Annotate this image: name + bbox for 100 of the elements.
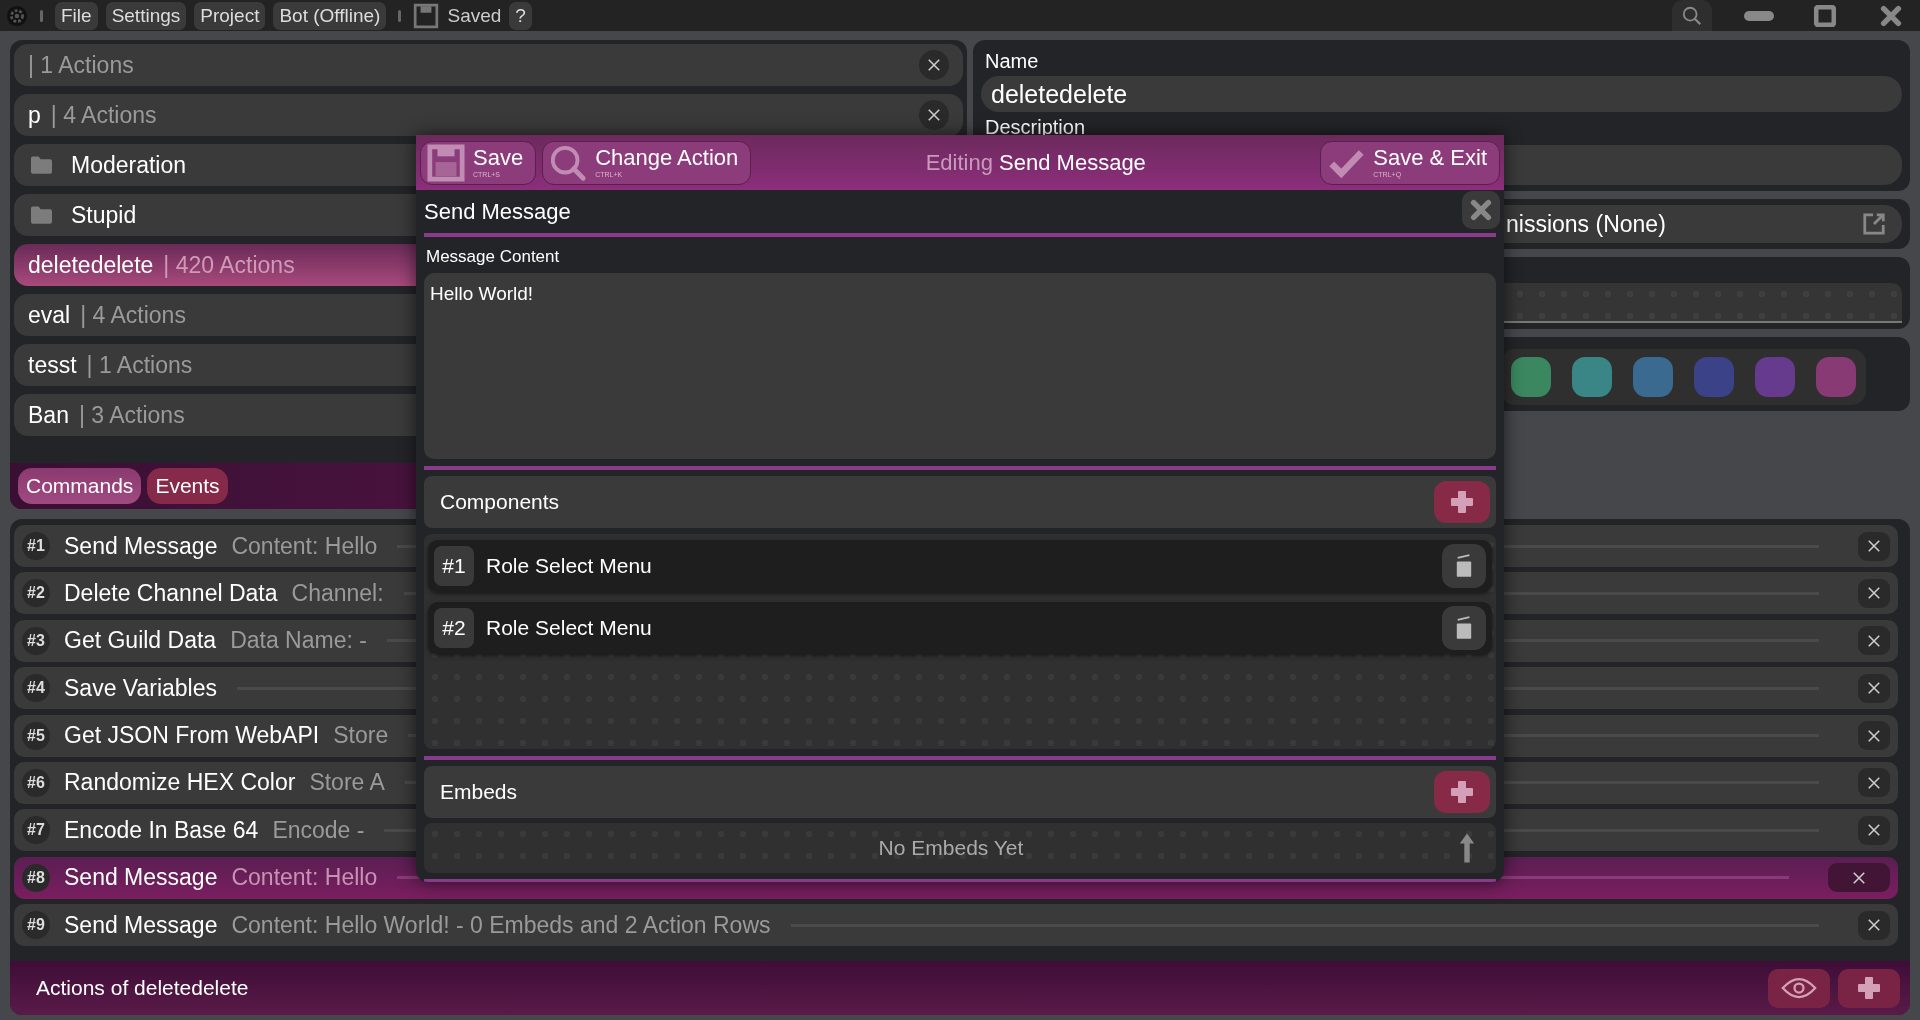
action-count: | 4 Actions	[80, 301, 186, 329]
color-swatch[interactable]	[1816, 357, 1856, 397]
action-summary: Content: Hello	[231, 864, 378, 892]
color-swatch[interactable]	[1633, 357, 1673, 397]
add-button[interactable]	[1838, 968, 1900, 1008]
action-number: #4	[22, 674, 50, 703]
component-row[interactable]: #1 Role Select Menu	[428, 540, 1492, 592]
maximize-icon[interactable]	[1814, 4, 1836, 27]
action-summary: Data Name: -	[230, 627, 367, 655]
menu-item[interactable]: Bot (Offline)	[273, 1, 387, 30]
remove-button[interactable]	[1858, 910, 1890, 940]
up-arrow-icon[interactable]	[1458, 832, 1476, 864]
preview-button[interactable]	[1768, 968, 1830, 1008]
component-number: #2	[434, 608, 474, 648]
action-number: #1	[22, 532, 50, 560]
action-row[interactable]: #9 Send Message Content: Hello World! - 0 Embeds and 2 Action Rows	[14, 904, 1898, 947]
search-icon[interactable]	[1681, 4, 1703, 27]
remove-button[interactable]	[919, 100, 949, 130]
action-name: Delete Channel Data	[64, 579, 278, 607]
action-number: #8	[22, 863, 50, 892]
action-summary: Content: Hello World! - 0 Embeds and 2 Action Rows	[231, 911, 771, 939]
command-item[interactable]: p | 4 Actions	[14, 94, 963, 136]
command-item[interactable]: | 1 Actions	[14, 44, 963, 86]
component-name: Role Select Menu	[486, 616, 652, 640]
remove-button[interactable]	[1858, 531, 1890, 561]
component-row[interactable]: #2 Role Select Menu	[428, 602, 1492, 654]
action-number: #6	[22, 768, 50, 797]
plus-icon	[1450, 780, 1474, 804]
close-icon[interactable]	[1880, 4, 1902, 27]
remove-button[interactable]	[1858, 721, 1890, 751]
close-icon	[927, 58, 941, 72]
action-name: Send Message	[64, 532, 218, 560]
remove-button[interactable]	[1858, 815, 1890, 845]
menu-item[interactable]: File	[55, 1, 98, 30]
action-summary: Store	[333, 722, 389, 750]
remove-button[interactable]	[1828, 863, 1890, 893]
delete-button[interactable]	[1442, 606, 1486, 650]
eye-icon	[1781, 977, 1817, 999]
field-label: Name	[984, 49, 1040, 74]
action-summary: Encode -	[272, 816, 365, 844]
color-swatch[interactable]	[1694, 357, 1734, 397]
action-name: Randomize HEX Color	[64, 769, 296, 797]
color-swatch[interactable]	[1572, 357, 1612, 397]
action-name: Save Variables	[64, 674, 217, 702]
folder-icon	[30, 155, 53, 175]
close-icon	[1470, 199, 1492, 221]
action-name: Get Guild Data	[64, 627, 217, 655]
delete-button[interactable]	[1442, 544, 1486, 588]
help-button[interactable]: ?	[509, 1, 532, 30]
settings-icon[interactable]	[6, 4, 28, 27]
external-link-icon[interactable]	[1862, 212, 1886, 236]
close-icon	[1867, 918, 1881, 933]
action-number: #2	[22, 579, 50, 608]
menu-item[interactable]: Project	[194, 1, 266, 30]
remove-button[interactable]	[1858, 578, 1890, 608]
menu-item[interactable]: Settings	[105, 1, 187, 30]
tab[interactable]: Commands	[18, 468, 142, 504]
folder-icon	[30, 205, 53, 225]
plus-icon	[1857, 976, 1881, 1000]
remove-button[interactable]	[919, 50, 949, 80]
action-number: #7	[22, 816, 50, 845]
close-icon	[927, 108, 941, 122]
name-field[interactable]: deletedelete	[981, 76, 1902, 112]
command-name: tesst	[28, 351, 77, 379]
command-name: p	[28, 101, 41, 129]
field-label: Message Content	[425, 246, 561, 268]
remove-button[interactable]	[1858, 626, 1890, 656]
component-name: Role Select Menu	[486, 554, 652, 578]
action-name: Encode In Base 64	[64, 816, 259, 844]
close-icon	[1852, 870, 1866, 885]
remove-button[interactable]	[1858, 768, 1890, 798]
add-button[interactable]	[1434, 771, 1490, 813]
close-icon	[1867, 823, 1881, 838]
section-title: Components	[440, 490, 560, 514]
command-name: eval	[28, 301, 71, 329]
action-count: | 1 Actions	[28, 51, 134, 79]
command-name: Moderation	[71, 151, 187, 179]
plus-icon	[1450, 490, 1474, 514]
color-swatch[interactable]	[1511, 357, 1551, 397]
list-title: Actions of deletedelete	[36, 976, 250, 1000]
trash-icon	[1455, 616, 1473, 640]
action-count: | 3 Actions	[78, 401, 185, 429]
close-icon	[1867, 633, 1881, 648]
add-button[interactable]	[1434, 481, 1490, 523]
magnifier-icon	[549, 143, 588, 182]
save-status: Saved	[447, 4, 502, 27]
tab[interactable]: Events	[147, 468, 228, 504]
minimize-icon[interactable]	[1744, 10, 1774, 21]
command-name: deletedelete	[28, 251, 154, 279]
field-label: Description	[984, 115, 1087, 140]
action-count: | 1 Actions	[86, 351, 193, 379]
close-icon	[1867, 775, 1881, 790]
color-swatch[interactable]	[1755, 357, 1795, 397]
close-button[interactable]	[1462, 191, 1500, 229]
action-name: Send Message	[64, 911, 218, 939]
message-field[interactable]: Hello World!	[424, 273, 1496, 459]
close-icon	[1867, 681, 1881, 696]
remove-button[interactable]	[1858, 673, 1890, 703]
action-name: Send Message	[64, 864, 218, 892]
close-icon	[1867, 586, 1881, 601]
